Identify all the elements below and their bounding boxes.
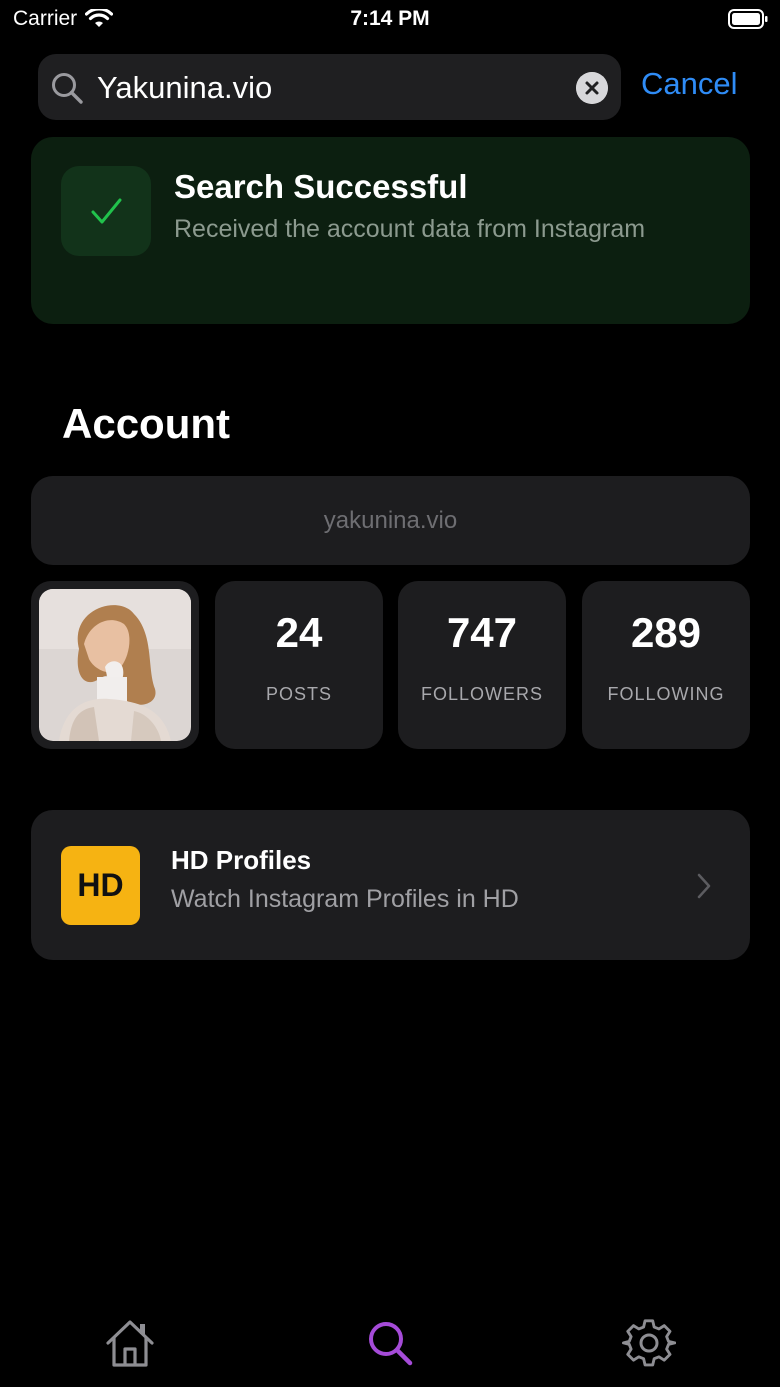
posts-count: 24	[275, 609, 323, 656]
following-label: FOLLOWING	[607, 684, 725, 704]
battery-icon	[728, 9, 768, 29]
followers-stat-card	[398, 581, 566, 749]
success-subtitle: Received the account data from Instagram	[174, 215, 646, 243]
username-label: yakunina.vio	[31, 476, 750, 565]
home-icon[interactable]	[103, 1316, 157, 1370]
account-section-title: Account	[62, 400, 230, 447]
posts-stat-card	[215, 581, 383, 749]
status-bar: Carrier 7:14 PM	[0, 0, 780, 40]
cancel-button[interactable]: Cancel	[641, 66, 738, 102]
search-input[interactable]	[97, 62, 557, 114]
checkmark-icon	[91, 198, 122, 224]
success-badge	[61, 166, 151, 256]
followers-label: FOLLOWERS	[420, 684, 544, 704]
profile-photo	[39, 589, 191, 741]
search-icon	[52, 73, 83, 104]
status-time: 7:14 PM	[350, 7, 430, 30]
hd-profiles-subtitle: Watch Instagram Profiles in HD	[171, 885, 519, 913]
clear-search-button[interactable]	[576, 72, 608, 104]
avatar[interactable]	[39, 589, 191, 741]
chevron-right-icon	[697, 873, 711, 899]
hd-profiles-title: HD Profiles	[171, 845, 312, 875]
search-tab-icon[interactable]	[363, 1316, 417, 1370]
gear-icon[interactable]	[622, 1316, 676, 1370]
followers-count: 747	[446, 609, 518, 656]
hd-badge-icon: HD	[61, 846, 140, 925]
following-stat-card	[582, 581, 750, 749]
following-count: 289	[630, 609, 702, 656]
posts-label: POSTS	[265, 684, 332, 704]
success-title: Search Successful	[174, 168, 468, 205]
